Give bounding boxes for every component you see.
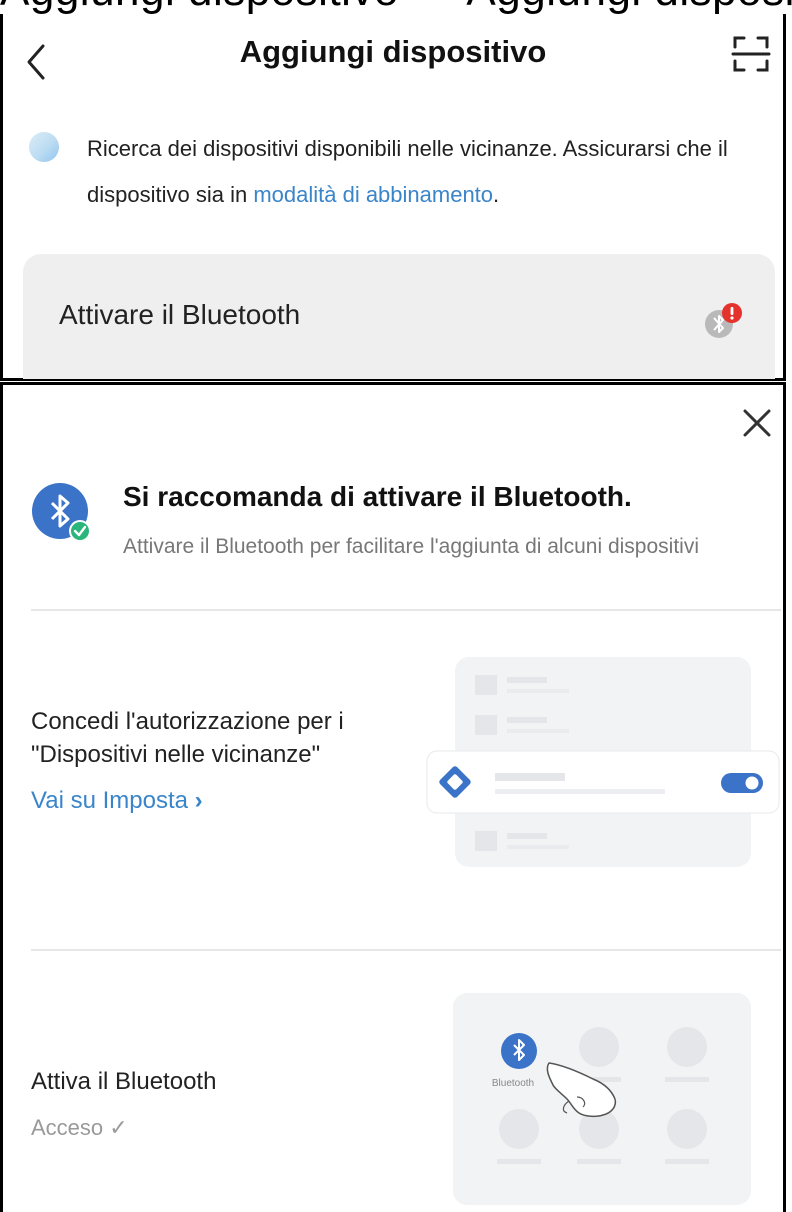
caption-text: Aggiungi dispositivo — Aggiungi disposit…	[0, 0, 792, 14]
bluetooth-card[interactable]: Attivare il Bluetooth	[23, 254, 775, 379]
search-text: Ricerca dei dispositivi disponibili nell…	[87, 126, 777, 218]
bluetooth-warning-icon	[705, 303, 742, 338]
enable-bluetooth-title: Attiva il Bluetooth	[31, 1068, 217, 1095]
pairing-mode-link[interactable]: modalità di abbinamento	[253, 182, 493, 207]
bluetooth-illustration-label: Bluetooth	[492, 1078, 534, 1089]
loading-icon	[29, 132, 59, 162]
bluetooth-icon	[32, 483, 91, 542]
add-device-screen: Aggiungi dispositivo Ricerca dei disposi…	[0, 14, 786, 381]
go-to-settings-link[interactable]: Vai su Imposta ›	[31, 787, 203, 815]
sheet-title: Si raccomanda di attivare il Bluetooth.	[123, 481, 632, 512]
go-to-settings-label: Vai su Imposta	[31, 787, 188, 814]
chevron-right-icon: ›	[194, 787, 203, 814]
bluetooth-card-label: Attivare il Bluetooth	[59, 299, 301, 330]
bluetooth-toggle-illustration: Bluetooth	[453, 993, 751, 1205]
bluetooth-status: Acceso ✓	[31, 1115, 128, 1140]
page-title: Aggiungi dispositivo	[239, 34, 547, 69]
divider	[31, 949, 781, 951]
search-text-part2: .	[493, 182, 500, 207]
nearby-devices-illustration	[426, 657, 780, 867]
permission-title: Concedi l'autorizzazione per i "Disposit…	[31, 708, 344, 768]
caption-strip: Aggiungi dispositivo — Aggiungi disposit…	[0, 0, 792, 14]
scan-icon[interactable]	[731, 34, 771, 74]
close-icon[interactable]	[741, 407, 773, 439]
divider	[31, 609, 781, 611]
bluetooth-sheet: Si raccomanda di attivare il Bluetooth. …	[0, 382, 786, 1212]
sheet-subtitle: Attivare il Bluetooth per facilitare l'a…	[123, 535, 699, 558]
